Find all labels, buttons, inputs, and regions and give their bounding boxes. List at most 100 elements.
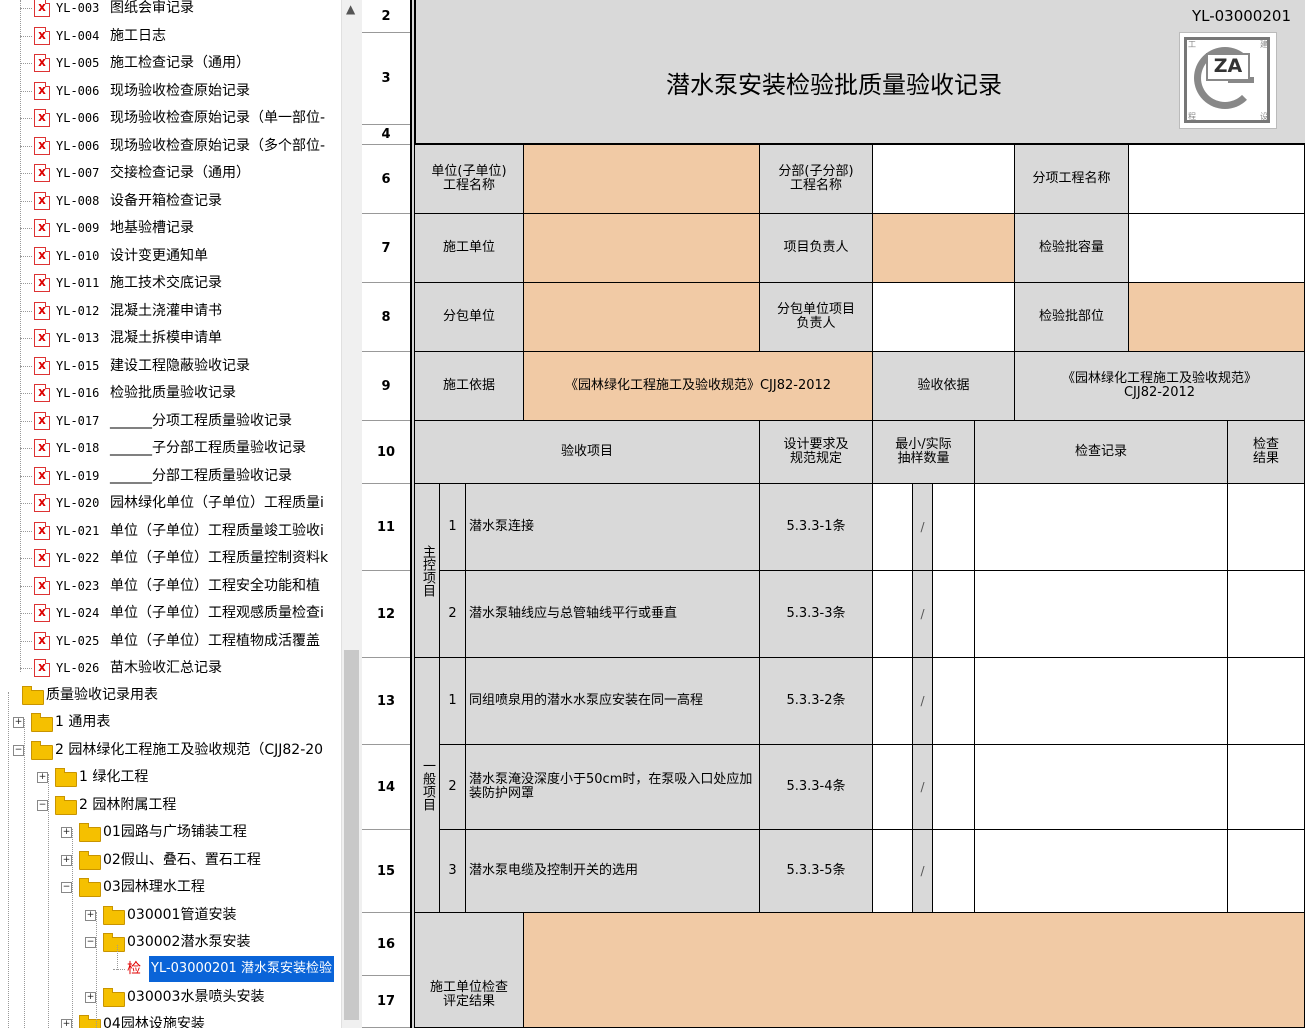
check-record-field[interactable] (975, 658, 1228, 745)
folder-rockery[interactable]: +02假山、叠石、置石工程 (61, 847, 340, 873)
row-number[interactable]: 17 (362, 976, 410, 1028)
tree-record-item[interactable]: x YL-007 交接检查记录（通用） (20, 160, 340, 186)
contractor-field[interactable] (524, 214, 760, 283)
sample-actual-field[interactable] (933, 745, 975, 830)
row-number[interactable]: 13 (362, 658, 410, 745)
check-record-field[interactable] (975, 571, 1228, 658)
scroll-up-icon[interactable]: ▲ (346, 2, 355, 16)
folder-roads-plazas[interactable]: +01园路与广场铺装工程 (61, 819, 340, 845)
expand-icon[interactable]: + (61, 827, 72, 838)
row-number[interactable]: 8 (362, 283, 410, 352)
tree-record-item[interactable]: x YL-016 检验批质量验收记录 (20, 380, 340, 406)
check-result-field[interactable] (1228, 571, 1305, 658)
folder-pump-install[interactable]: − 030002潜水泵安装 (85, 929, 340, 955)
sample-min-field[interactable] (873, 484, 913, 571)
tree-record-item[interactable]: x YL-006 现场验收检查原始记录（单一部位- (20, 105, 340, 131)
sample-min-field[interactable] (873, 830, 913, 913)
batch-location-field[interactable] (1129, 283, 1305, 352)
tree-record-item[interactable]: x YL-006 现场验收检查原始记录（多个部位- (20, 133, 340, 159)
sample-min-field[interactable] (873, 658, 913, 745)
collapse-icon[interactable]: − (13, 745, 24, 756)
tree-record-item[interactable]: x YL-011 施工技术交底记录 (20, 270, 340, 296)
folder-quality-records[interactable]: 质量验收记录用表 (8, 682, 340, 708)
tree-record-item[interactable]: x YL-003 图纸会审记录 (20, 0, 340, 21)
sample-min-field[interactable] (873, 745, 913, 830)
row-number[interactable]: 4 (362, 125, 410, 145)
subitem-name-field[interactable] (1129, 145, 1305, 214)
expand-icon[interactable]: + (37, 772, 48, 783)
contractor-eval-field[interactable] (524, 913, 1305, 1028)
tree-record-item[interactable]: x YL-005 施工检查记录（通用） (20, 50, 340, 76)
document-tree[interactable]: x YL-003 图纸会审记录 x YL-004 施工日志 x YL-005 施工检查记录（通用… (0, 0, 341, 1028)
tree-record-item[interactable]: x YL-018 ______子分部工程质量验收记录 (20, 435, 340, 461)
sample-actual-field[interactable] (933, 571, 975, 658)
tree-record-item[interactable]: x YL-009 地基验槽记录 (20, 215, 340, 241)
tree-scrollbar[interactable]: ▲ (341, 0, 362, 1028)
expand-icon[interactable]: + (61, 855, 72, 866)
tree-record-item[interactable]: x YL-015 建设工程隐蔽验收记录 (20, 353, 340, 379)
tree-record-item[interactable]: x YL-013 混凝土拆模申请单 (20, 325, 340, 351)
row-number[interactable]: 3 (362, 33, 410, 125)
row-number[interactable]: 15 (362, 830, 410, 913)
sub-lead-field[interactable] (873, 283, 1015, 352)
check-result-field[interactable] (1228, 658, 1305, 745)
folder-garden-standard[interactable]: − 2 园林绿化工程施工及验收规范（CJJ82-20 (13, 737, 340, 763)
row-number[interactable]: 6 (362, 145, 410, 214)
tree-record-item[interactable]: x YL-006 现场验收检查原始记录 (20, 78, 340, 104)
basis-field[interactable]: 《园林绿化工程施工及验收规范》CJJ82-2012 (524, 352, 873, 421)
check-result-field[interactable] (1228, 484, 1305, 571)
row-number[interactable]: 11 (362, 484, 410, 571)
folder-label: 2 园林附属工程 (79, 797, 177, 813)
check-record-field[interactable] (975, 745, 1228, 830)
tree-record-item[interactable]: x YL-025 单位（子单位）工程植物成活覆盖 (20, 628, 340, 654)
tree-record-item[interactable]: x YL-008 设备开箱检查记录 (20, 188, 340, 214)
tree-record-item[interactable]: x YL-012 混凝土浇灌申请书 (20, 298, 340, 324)
check-record-field[interactable] (975, 830, 1228, 913)
unit-project-field[interactable] (524, 145, 760, 214)
row-number[interactable]: 10 (362, 421, 410, 484)
collapse-icon[interactable]: − (37, 800, 48, 811)
row-number[interactable]: 16 (362, 913, 410, 976)
folder-pipes[interactable]: +030001管道安装 (85, 902, 340, 928)
check-result-field[interactable] (1228, 830, 1305, 913)
sample-actual-field[interactable] (933, 658, 975, 745)
tree-record-item[interactable]: x YL-024 单位（子单位）工程观感质量检查i (20, 600, 340, 626)
batch-capacity-field[interactable] (1129, 214, 1305, 283)
expand-icon[interactable]: + (85, 910, 96, 921)
sample-actual-field[interactable] (933, 830, 975, 913)
division-project-field[interactable] (873, 145, 1015, 214)
folder-waterscape[interactable]: − 03园林理水工程 (61, 874, 340, 900)
tree-record-item[interactable]: x YL-017 ______分项工程质量验收记录 (20, 408, 340, 434)
row-number[interactable]: 12 (362, 571, 410, 658)
collapse-icon[interactable]: − (61, 882, 72, 893)
tree-selected-item[interactable]: 检 YL-03000201 潜水泵安装检验 (113, 956, 341, 982)
subcontractor-field[interactable] (524, 283, 760, 352)
expand-icon[interactable]: + (61, 1019, 72, 1028)
folder-ancillary-works[interactable]: − 2 园林附属工程 (37, 792, 340, 818)
check-result-field[interactable] (1228, 745, 1305, 830)
tree-record-item[interactable]: x YL-022 单位（子单位）工程质量控制资料k (20, 545, 340, 571)
tree-record-item[interactable]: x YL-021 单位（子单位）工程质量竣工验收i (20, 518, 340, 544)
tree-record-item[interactable]: x YL-010 设计变更通知单 (20, 243, 340, 269)
expand-icon[interactable]: + (13, 717, 24, 728)
tree-record-item[interactable]: x YL-020 园林绿化单位（子单位）工程质量i (20, 490, 340, 516)
row-number[interactable]: 7 (362, 214, 410, 283)
folder-fountain[interactable]: +030003水景喷头安装 (85, 984, 340, 1010)
folder-greening[interactable]: +1 绿化工程 (37, 764, 340, 790)
sample-min-field[interactable] (873, 571, 913, 658)
row-number[interactable]: 14 (362, 745, 410, 830)
sample-actual-field[interactable] (933, 484, 975, 571)
tree-record-item[interactable]: x YL-004 施工日志 (20, 23, 340, 49)
folder-facilities[interactable]: +04园林设施安装 (61, 1011, 340, 1028)
row-number[interactable]: 9 (362, 352, 410, 421)
expand-icon[interactable]: + (85, 992, 96, 1003)
tree-record-item[interactable]: x YL-026 苗木验收汇总记录 (20, 655, 340, 681)
tree-record-item[interactable]: x YL-023 单位（子单位）工程安全功能和植 (20, 573, 340, 599)
project-lead-field[interactable] (873, 214, 1015, 283)
tree-record-item[interactable]: x YL-019 ______分部工程质量验收记录 (20, 463, 340, 489)
folder-general-tables[interactable]: +1 通用表 (13, 709, 340, 735)
check-record-field[interactable] (975, 484, 1228, 571)
scrollbar-thumb[interactable] (344, 650, 359, 1020)
collapse-icon[interactable]: − (85, 937, 96, 948)
row-number[interactable]: 2 (362, 0, 410, 33)
